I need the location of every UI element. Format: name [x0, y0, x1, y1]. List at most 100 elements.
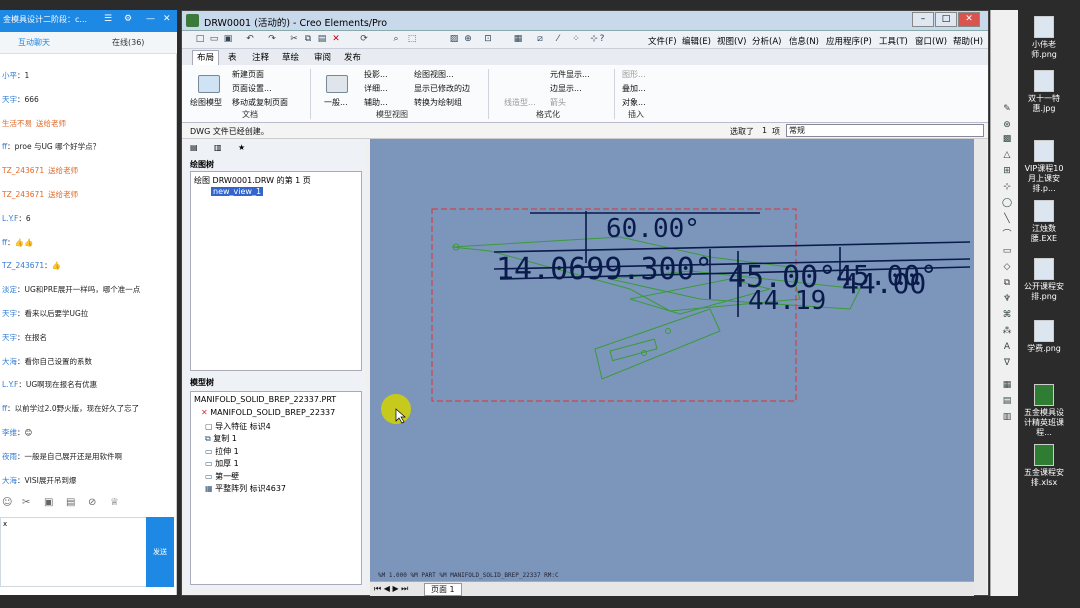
drawing-view-button[interactable]: 绘图视图...: [414, 69, 454, 80]
show-modified-edges-button[interactable]: 显示已修改的边: [414, 83, 470, 94]
sketch-icon[interactable]: ⌘: [1001, 310, 1013, 320]
open-icon[interactable]: ▭: [208, 33, 220, 45]
menu-file[interactable]: 文件(F): [648, 35, 677, 47]
redo-icon[interactable]: ↷: [266, 33, 278, 45]
menu-help[interactable]: 帮助(H): [953, 35, 983, 47]
tab-interactive-chat[interactable]: 互动聊天: [18, 37, 50, 48]
arrow-button[interactable]: 箭头: [550, 97, 566, 108]
desktop-icon[interactable]: 五金模具设计精英班课程...: [1022, 384, 1066, 438]
share-icon[interactable]: ☰: [104, 14, 112, 24]
filter-select[interactable]: 常规: [786, 124, 984, 137]
sketch-icon[interactable]: ▩: [1001, 134, 1013, 144]
tab-online[interactable]: 在线(36): [112, 37, 144, 48]
menu-analysis[interactable]: 分析(A): [752, 35, 781, 47]
sketch-icon[interactable]: ⊛: [1001, 120, 1013, 130]
desktop-icon[interactable]: 江烛数腰.EXE: [1022, 200, 1066, 244]
file-icon[interactable]: ▤: [66, 497, 75, 508]
new-icon[interactable]: □: [194, 33, 206, 45]
model-tree-item[interactable]: ✕ MANIFOLD_SOLID_BREP_22337: [201, 408, 335, 417]
delete-icon[interactable]: ✕: [330, 33, 342, 45]
model-tree-item[interactable]: ▭ 加厚 1: [205, 458, 239, 469]
minimize-icon[interactable]: —: [146, 14, 155, 24]
sketch-icon[interactable]: ▦: [1001, 380, 1013, 390]
convert-drawing-group-button[interactable]: 转换为绘制组: [414, 97, 462, 108]
find-icon[interactable]: ⌕: [390, 33, 402, 45]
line-style-button[interactable]: 线造型...: [504, 97, 536, 108]
desktop-icon[interactable]: 双十一特惠.jpg: [1022, 70, 1066, 114]
sketch-icon[interactable]: ▭: [1001, 246, 1013, 256]
model-tree-item[interactable]: ▭ 第一壁: [205, 471, 239, 482]
emoji-icon[interactable]: ☺: [2, 497, 12, 508]
tab-layout[interactable]: 布局: [192, 50, 220, 65]
tab-sketch[interactable]: 草绘: [282, 51, 299, 63]
copy-icon[interactable]: ⧉: [302, 33, 314, 45]
repaint-icon[interactable]: ▨: [448, 33, 460, 45]
dimension-text[interactable]: 14.0699.300°: [496, 252, 713, 287]
sketch-icon[interactable]: ✎: [1001, 104, 1013, 114]
drawing-tree-view[interactable]: new_view_1: [211, 187, 264, 196]
close-icon[interactable]: ✕: [163, 14, 171, 24]
drawing-model-button[interactable]: 绘图模型: [190, 97, 222, 108]
sketch-icon[interactable]: ◯: [1001, 198, 1013, 208]
close-window-button[interactable]: ✕: [958, 12, 980, 27]
desktop-icon[interactable]: 学费.png: [1022, 320, 1066, 354]
sketch-icon[interactable]: ▥: [1001, 412, 1013, 422]
tab-annotate[interactable]: 注释: [252, 51, 269, 63]
chat-input[interactable]: x: [0, 517, 147, 587]
model-tree-item[interactable]: ⧉ 复制 1: [205, 433, 237, 444]
help-context-icon[interactable]: ?: [596, 33, 608, 45]
send-button[interactable]: 发送: [146, 517, 174, 587]
tab-publish[interactable]: 发布: [344, 51, 361, 63]
menu-window[interactable]: 窗口(W): [915, 35, 947, 47]
fit-icon[interactable]: ⊡: [482, 33, 494, 45]
drawing-canvas[interactable]: 60.00° 14.0699.300° 45.00° 45.00° 44.00 44.19…: [370, 139, 974, 581]
sketch-icon[interactable]: △: [1001, 150, 1013, 160]
drawing-tree-root[interactable]: 绘图 DRW0001.DRW 的第 1 页: [194, 175, 311, 186]
desktop-icon[interactable]: 五金课程安排.xlsx: [1022, 444, 1066, 488]
projection-button[interactable]: 投影...: [364, 69, 388, 80]
block-icon[interactable]: ⊘: [88, 497, 96, 508]
tab-table[interactable]: 表: [228, 51, 237, 63]
select-box-icon[interactable]: ⬚: [406, 33, 418, 45]
sketch-icon[interactable]: ⧉: [1001, 278, 1013, 288]
page-tab[interactable]: 页面 1: [424, 583, 462, 596]
datum-point-icon[interactable]: ⁘: [570, 33, 582, 45]
sketch-icon[interactable]: ╲: [1001, 214, 1013, 224]
dimension-text[interactable]: 44.00: [842, 267, 926, 300]
model-tree-item[interactable]: ▭ 拉伸 1: [205, 446, 239, 457]
tree-icon[interactable]: ▤: [190, 143, 198, 152]
overlay-button[interactable]: 叠加...: [622, 83, 646, 94]
datum-plane-icon[interactable]: ⧄: [534, 33, 546, 45]
model-tree-item[interactable]: ▦ 平整阵列 标识4637: [205, 483, 286, 494]
desktop-icon[interactable]: VIP课程10月上课安排.p...: [1022, 140, 1066, 194]
edge-display-button[interactable]: 边显示...: [550, 83, 582, 94]
folder-icon[interactable]: ▥: [214, 143, 222, 152]
paste-icon[interactable]: ▤: [316, 33, 328, 45]
new-page-button[interactable]: 新建页面: [232, 69, 264, 80]
cut-icon[interactable]: ✂: [288, 33, 300, 45]
datum-axis-icon[interactable]: ⁄: [552, 33, 564, 45]
network-icon[interactable]: ⚙: [124, 14, 132, 24]
drawing-model-icon[interactable]: [198, 75, 220, 93]
model-tree-item[interactable]: ▢ 导入特征 标识4: [205, 421, 271, 432]
zoom-icon[interactable]: ⊕: [462, 33, 474, 45]
sketch-icon[interactable]: ▤: [1001, 396, 1013, 406]
image-icon[interactable]: ▣: [44, 497, 53, 508]
page-setup-button[interactable]: 页面设置...: [232, 83, 272, 94]
desktop-icon[interactable]: 小伟老师.png: [1022, 16, 1066, 60]
menu-edit[interactable]: 编辑(E): [682, 35, 711, 47]
favorites-icon[interactable]: ★: [238, 143, 245, 152]
regenerate-icon[interactable]: ⟳: [358, 33, 370, 45]
menu-applications[interactable]: 应用程序(P): [826, 35, 872, 47]
menu-view[interactable]: 视图(V): [717, 35, 746, 47]
sketch-icon[interactable]: ⌒: [1001, 230, 1013, 240]
page-nav-icons[interactable]: ⏮ ◀ ▶ ⏭: [374, 584, 408, 594]
sketch-icon[interactable]: ⊹: [1001, 182, 1013, 192]
sketch-icon[interactable]: ⊞: [1001, 166, 1013, 176]
sketch-icon[interactable]: ◇: [1001, 262, 1013, 272]
maximize-window-button[interactable]: □: [935, 12, 957, 27]
sketch-icon[interactable]: ∇: [1001, 358, 1013, 368]
save-icon[interactable]: ▣: [222, 33, 234, 45]
gift-icon[interactable]: ♕: [110, 497, 119, 508]
sketch-icon[interactable]: ⁂: [1001, 326, 1013, 336]
